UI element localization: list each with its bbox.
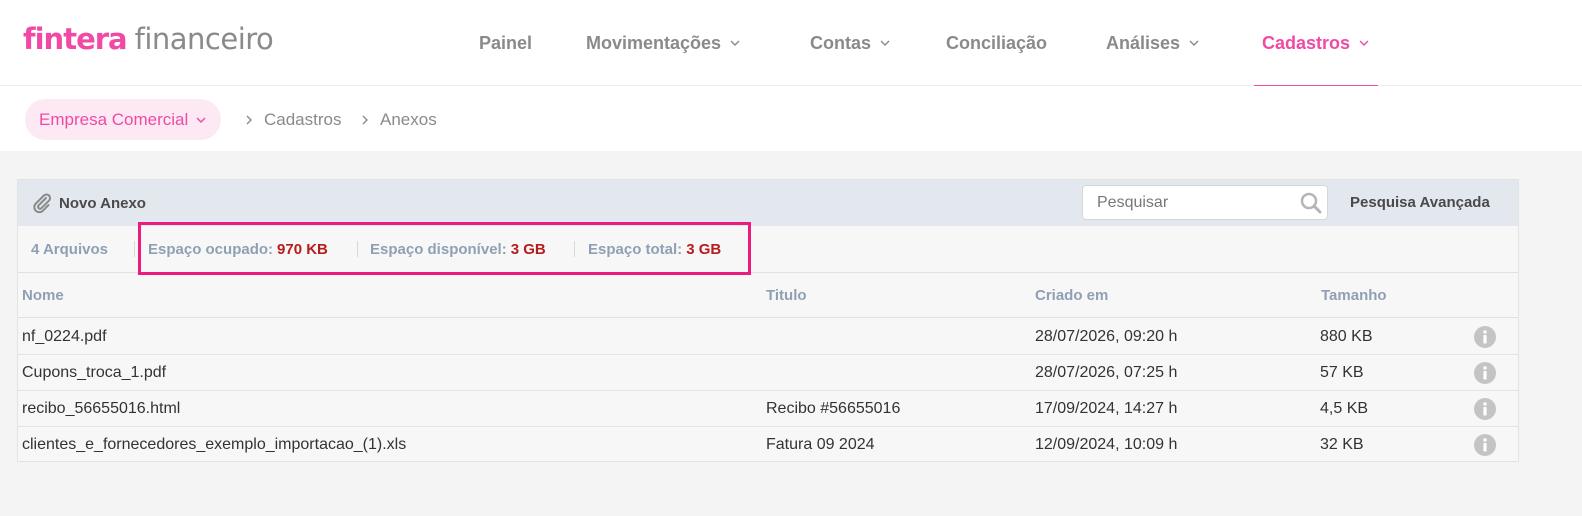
panel-toolbar: Novo Anexo Pesquisa Avançada xyxy=(18,180,1518,226)
cell-nome[interactable]: clientes_e_fornecedores_exemplo_importac… xyxy=(22,427,406,463)
chevron-down-icon xyxy=(1189,40,1199,46)
breadcrumb-anexos: Anexos xyxy=(380,109,437,129)
company-name: Empresa Comercial xyxy=(39,109,189,129)
nav-label: Movimentações xyxy=(586,32,722,53)
cell-criado-em: 12/09/2024, 10:09 h xyxy=(1035,436,1178,453)
new-attachment-button[interactable]: Novo Anexo xyxy=(31,180,146,226)
paperclip-icon xyxy=(33,193,52,214)
top-navbar: fintera financeiro Painel Movimentações … xyxy=(0,0,1582,87)
table-header: Nome Titulo Criado em Tamanho xyxy=(18,273,1518,318)
cell-nome[interactable]: recibo_56655016.html xyxy=(22,391,180,427)
chevron-down-icon xyxy=(880,40,890,46)
info-icon[interactable] xyxy=(1474,326,1496,348)
advanced-search-link[interactable]: Pesquisa Avançada xyxy=(1350,180,1490,224)
chevron-down-icon xyxy=(730,40,740,46)
nav-analises[interactable]: Análises xyxy=(1106,0,1200,86)
info-icon[interactable] xyxy=(1474,362,1496,384)
cell-titulo: Recibo #56655016 xyxy=(766,400,901,417)
nav-contas[interactable]: Contas xyxy=(810,0,891,86)
nav-label: Painel xyxy=(479,32,533,53)
breadcrumb-cadastros[interactable]: Cadastros xyxy=(264,99,341,140)
cell-tamanho: 880 KB xyxy=(1320,328,1373,345)
nav-label: Conciliação xyxy=(946,32,1048,53)
nav-label: Contas xyxy=(810,32,872,53)
nav-painel[interactable]: Painel xyxy=(479,0,532,86)
chevron-right-icon xyxy=(361,99,369,140)
cell-nome[interactable]: Cupons_troca_1.pdf xyxy=(22,355,166,391)
cell-criado-em: 28/07/2026, 07:25 h xyxy=(1035,364,1178,381)
nav-conciliacao[interactable]: Conciliação xyxy=(946,0,1047,86)
nav-label: Análises xyxy=(1106,32,1181,53)
info-icon[interactable] xyxy=(1474,398,1496,420)
fintera-logo[interactable]: fintera financeiro xyxy=(23,22,274,62)
divider xyxy=(134,241,135,257)
cell-tamanho: 4,5 KB xyxy=(1320,400,1369,417)
logo-product: financeiro xyxy=(134,22,274,56)
files-count: 4 Arquivos xyxy=(31,241,108,258)
table-row[interactable]: clientes_e_fornecedores_exemplo_importac… xyxy=(18,427,1518,463)
breadcrumb: Empresa Comercial Cadastros Anexos xyxy=(0,86,1582,151)
info-icon[interactable] xyxy=(1474,434,1496,456)
column-header-tamanho[interactable]: Tamanho xyxy=(1321,273,1387,318)
search-input[interactable] xyxy=(1083,186,1293,219)
chevron-down-icon xyxy=(196,117,206,123)
column-header-nome[interactable]: Nome xyxy=(22,273,64,318)
cell-criado-em: 17/09/2024, 14:27 h xyxy=(1035,400,1178,417)
nav-cadastros[interactable]: Cadastros xyxy=(1253,0,1379,87)
cell-tamanho: 32 KB xyxy=(1320,436,1364,453)
nav-label: Cadastros xyxy=(1262,32,1351,53)
chevron-down-icon xyxy=(1359,40,1369,46)
logo-brand: fintera xyxy=(23,22,128,56)
company-selector[interactable]: Empresa Comercial xyxy=(25,99,222,140)
cell-titulo: Fatura 09 2024 xyxy=(766,436,875,453)
search-icon[interactable] xyxy=(1299,191,1323,215)
storage-highlight-box xyxy=(138,222,751,275)
table-row[interactable]: recibo_56655016.html Recibo #56655016 17… xyxy=(18,391,1518,427)
cell-nome[interactable]: nf_0224.pdf xyxy=(22,319,107,355)
nav-movimentacoes[interactable]: Movimentações xyxy=(586,0,741,86)
cell-criado-em: 28/07/2026, 09:20 h xyxy=(1035,328,1178,345)
attachments-panel: Novo Anexo Pesquisa Avançada 4 Arquivos … xyxy=(17,179,1519,462)
table-row[interactable]: Cupons_troca_1.pdf 28/07/2026, 07:25 h 5… xyxy=(18,355,1518,391)
chevron-right-icon xyxy=(245,99,253,140)
column-header-criado-em[interactable]: Criado em xyxy=(1035,273,1108,318)
column-header-titulo[interactable]: Titulo xyxy=(766,273,807,318)
table-row[interactable]: nf_0224.pdf 28/07/2026, 09:20 h 880 KB xyxy=(18,319,1518,355)
search-box xyxy=(1082,185,1328,220)
cell-tamanho: 57 KB xyxy=(1320,364,1364,381)
new-attachment-label: Novo Anexo xyxy=(59,194,146,212)
